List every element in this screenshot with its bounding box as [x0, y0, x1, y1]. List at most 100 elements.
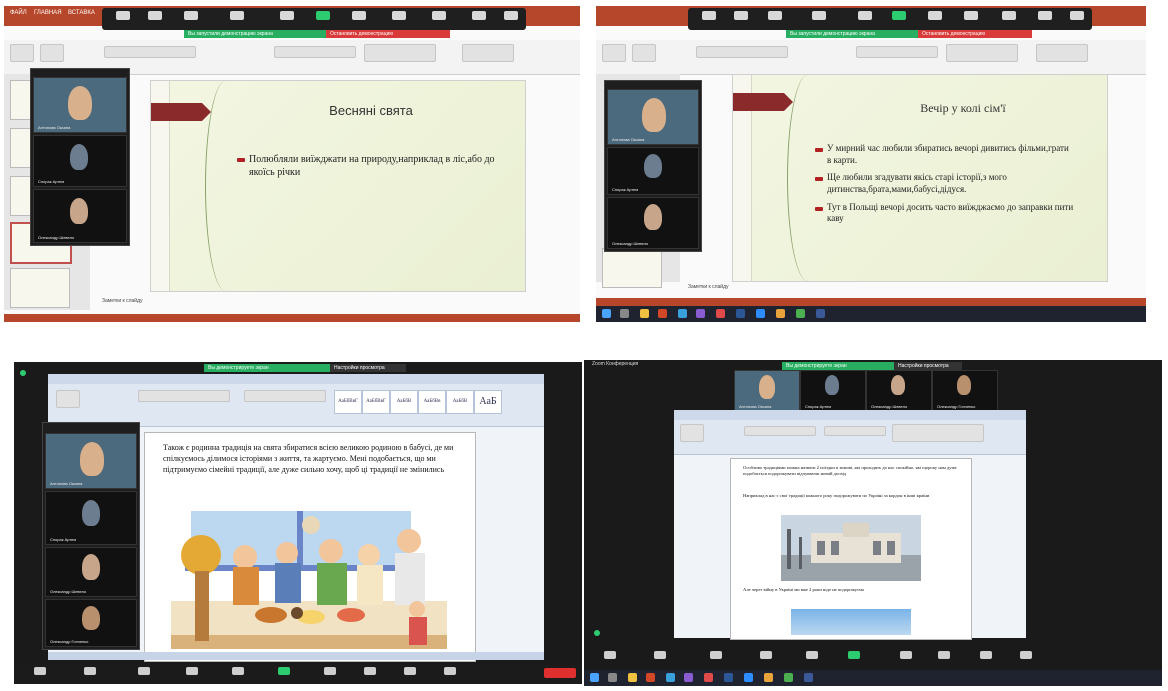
tab-insert[interactable]: ВСТАВКА	[68, 10, 95, 16]
video-tile[interactable]: Олександр Шевело	[607, 197, 699, 249]
video-tile[interactable]: Антонова Оксана	[734, 370, 800, 412]
chat-icon[interactable]	[280, 11, 294, 20]
word-icon[interactable]	[736, 309, 745, 318]
powerpoint-icon[interactable]	[658, 309, 667, 318]
paragraph-group[interactable]	[856, 46, 938, 58]
style-option[interactable]: АаБбВвГ	[362, 390, 390, 414]
more-icon[interactable]	[504, 11, 518, 20]
reactions-icon[interactable]	[364, 667, 376, 675]
security-icon[interactable]	[138, 667, 150, 675]
participants-icon[interactable]	[230, 11, 244, 20]
style-option[interactable]: АаБбВвГ	[334, 390, 362, 414]
video-tile[interactable]: Олександр Гонченко	[45, 599, 137, 647]
style-option[interactable]: АаБ	[474, 390, 502, 414]
tab-home[interactable]: ГЛАВНАЯ	[34, 10, 62, 16]
participants-icon[interactable]	[812, 11, 826, 20]
end-meeting-button[interactable]	[544, 668, 576, 678]
video-tile[interactable]: Спорак Артем	[800, 370, 866, 412]
paste-button[interactable]	[10, 44, 34, 62]
chat-icon[interactable]	[232, 667, 244, 675]
record-icon[interactable]	[900, 651, 912, 659]
slide-thumbnail[interactable]	[602, 248, 662, 288]
chat-icon[interactable]	[858, 11, 872, 20]
styles-group[interactable]	[892, 424, 984, 442]
stop-share-button[interactable]: Остановить демонстрацию	[326, 30, 450, 38]
app-icon[interactable]	[784, 673, 793, 682]
annotate-icon[interactable]	[392, 11, 406, 20]
more-icon[interactable]	[444, 667, 456, 675]
font-group[interactable]	[104, 46, 196, 58]
paragraph-group[interactable]	[824, 426, 886, 436]
video-tile[interactable]: Спорак Артем	[45, 491, 137, 545]
drawing-group[interactable]	[364, 44, 436, 62]
app-icon[interactable]	[684, 673, 693, 682]
style-option[interactable]: АаБбВв	[418, 390, 446, 414]
video-icon[interactable]	[148, 11, 162, 20]
video-tile[interactable]: Олександр Шевело	[45, 547, 137, 597]
security-icon[interactable]	[184, 11, 198, 20]
word-icon[interactable]	[724, 673, 733, 682]
video-tile[interactable]: Антонова Оксана	[33, 77, 127, 133]
more-icon[interactable]	[1020, 651, 1032, 659]
participants-icon[interactable]	[186, 667, 198, 675]
start-icon[interactable]	[590, 673, 599, 682]
folder-icon[interactable]	[628, 673, 637, 682]
pause-icon[interactable]	[352, 11, 366, 20]
app-icon[interactable]	[804, 673, 813, 682]
security-icon[interactable]	[768, 11, 782, 20]
paste-button[interactable]	[602, 44, 626, 62]
view-options-button[interactable]: Настройки просмотра	[894, 362, 962, 370]
font-group[interactable]	[696, 46, 788, 58]
browser-icon[interactable]	[666, 673, 675, 682]
video-tile[interactable]: Спорак Артем	[607, 147, 699, 195]
video-tile[interactable]: Спорак Артем	[33, 135, 127, 187]
record-icon[interactable]	[432, 11, 446, 20]
apps-icon[interactable]	[1038, 11, 1052, 20]
paste-button[interactable]	[56, 390, 80, 408]
stop-share-button[interactable]: Остановить демонстрацию	[918, 30, 1032, 38]
microphone-icon[interactable]	[604, 651, 616, 659]
search-icon[interactable]	[608, 673, 617, 682]
new-slide-button[interactable]	[632, 44, 656, 62]
reactions-icon[interactable]	[938, 651, 950, 659]
apps-icon[interactable]	[404, 667, 416, 675]
search-icon[interactable]	[620, 309, 629, 318]
style-option[interactable]: АаБбВ	[446, 390, 474, 414]
apps-icon[interactable]	[980, 651, 992, 659]
share-screen-icon[interactable]	[278, 667, 290, 675]
share-screen-icon[interactable]	[892, 11, 906, 20]
drawing-group[interactable]	[946, 44, 1018, 62]
new-slide-button[interactable]	[40, 44, 64, 62]
app-icon[interactable]	[764, 673, 773, 682]
font-group[interactable]	[744, 426, 816, 436]
tab-file[interactable]: ФАЙЛ	[10, 10, 27, 16]
view-options-button[interactable]: Настройки просмотра	[330, 364, 406, 372]
record-icon[interactable]	[1002, 11, 1016, 20]
slide-thumbnail[interactable]	[10, 268, 70, 308]
app-icon[interactable]	[704, 673, 713, 682]
folder-icon[interactable]	[640, 309, 649, 318]
microphone-icon[interactable]	[34, 667, 46, 675]
annotate-icon[interactable]	[964, 11, 978, 20]
chat-icon[interactable]	[806, 651, 818, 659]
style-option[interactable]: АаБбВ	[390, 390, 418, 414]
app-icon[interactable]	[776, 309, 785, 318]
microphone-icon[interactable]	[116, 11, 130, 20]
app-icon[interactable]	[796, 309, 805, 318]
start-icon[interactable]	[602, 309, 611, 318]
browser-icon[interactable]	[678, 309, 687, 318]
video-icon[interactable]	[654, 651, 666, 659]
video-tile[interactable]: Олександр Гонченко	[932, 370, 998, 412]
zoom-icon[interactable]	[744, 673, 753, 682]
microphone-icon[interactable]	[702, 11, 716, 20]
more-icon[interactable]	[1070, 11, 1084, 20]
zoom-icon[interactable]	[756, 309, 765, 318]
video-tile[interactable]: Антонова Оксана	[607, 89, 699, 145]
powerpoint-icon[interactable]	[646, 673, 655, 682]
video-tile[interactable]: Олександр Шевело	[866, 370, 932, 412]
share-screen-icon[interactable]	[848, 651, 860, 659]
app-icon[interactable]	[716, 309, 725, 318]
font-group[interactable]	[138, 390, 230, 402]
record-icon[interactable]	[324, 667, 336, 675]
security-icon[interactable]	[710, 651, 722, 659]
